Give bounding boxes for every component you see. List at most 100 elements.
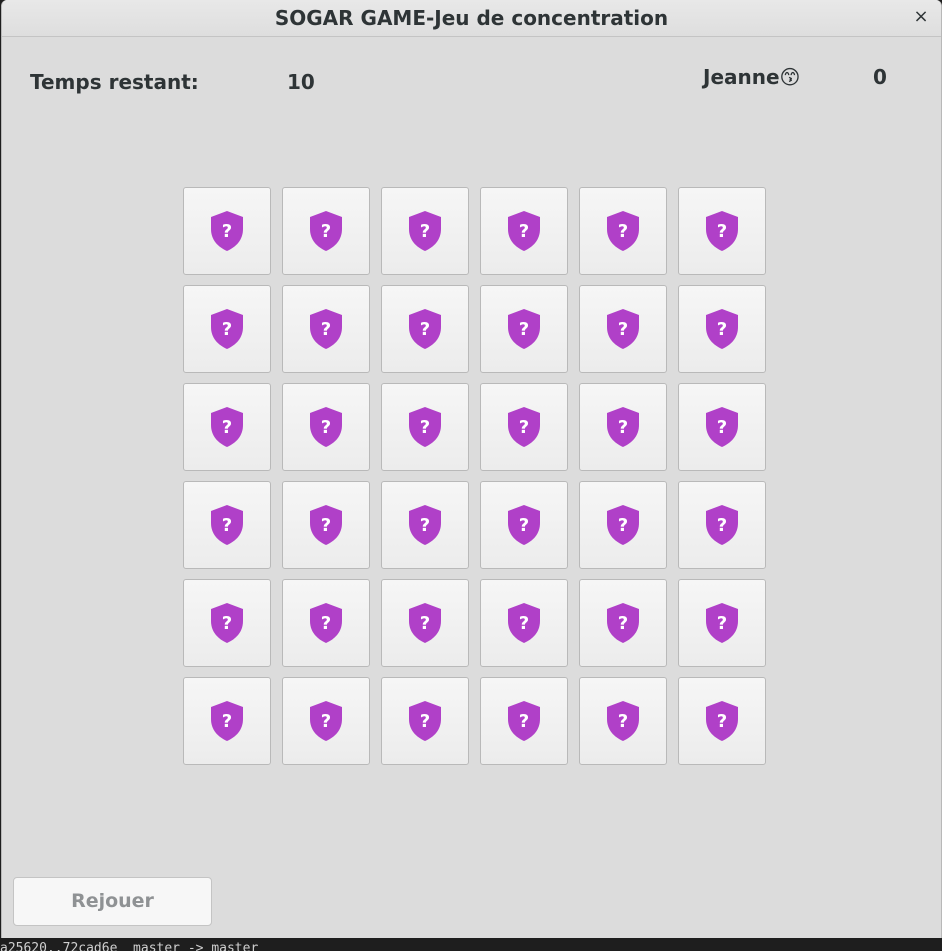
memory-card[interactable]: ? xyxy=(678,677,766,765)
title-bar: SOGAR GAME-Jeu de concentration × xyxy=(2,0,941,37)
svg-text:?: ? xyxy=(618,613,628,634)
memory-card[interactable]: ? xyxy=(480,383,568,471)
memory-card[interactable]: ? xyxy=(678,481,766,569)
memory-card[interactable]: ? xyxy=(183,677,271,765)
shield-question-icon: ? xyxy=(605,308,641,350)
card-board: ???????????????????????????????????? xyxy=(183,187,766,765)
memory-card[interactable]: ? xyxy=(480,677,568,765)
memory-card[interactable]: ? xyxy=(579,677,667,765)
memory-card[interactable]: ? xyxy=(678,579,766,667)
memory-card[interactable]: ? xyxy=(480,579,568,667)
svg-text:?: ? xyxy=(618,417,628,438)
svg-text:?: ? xyxy=(321,613,331,634)
shield-question-icon: ? xyxy=(209,602,245,644)
shield-question-icon: ? xyxy=(704,210,740,252)
svg-text:?: ? xyxy=(321,711,331,732)
memory-card[interactable]: ? xyxy=(480,187,568,275)
shield-question-icon: ? xyxy=(704,700,740,742)
shield-question-icon: ? xyxy=(407,210,443,252)
memory-card[interactable]: ? xyxy=(183,285,271,373)
close-icon[interactable]: × xyxy=(911,7,931,27)
shield-question-icon: ? xyxy=(209,406,245,448)
shield-question-icon: ? xyxy=(605,504,641,546)
svg-text:?: ? xyxy=(519,319,529,340)
shield-question-icon: ? xyxy=(605,700,641,742)
svg-text:?: ? xyxy=(717,417,727,438)
svg-text:?: ? xyxy=(420,417,430,438)
svg-text:?: ? xyxy=(717,221,727,242)
shield-question-icon: ? xyxy=(407,700,443,742)
memory-card[interactable]: ? xyxy=(579,481,667,569)
memory-card[interactable]: ? xyxy=(282,187,370,275)
svg-text:?: ? xyxy=(717,613,727,634)
svg-text:?: ? xyxy=(717,711,727,732)
svg-text:?: ? xyxy=(618,221,628,242)
svg-text:?: ? xyxy=(222,221,232,242)
timer-value: 10 xyxy=(287,70,315,94)
shield-question-icon: ? xyxy=(506,700,542,742)
svg-text:?: ? xyxy=(222,613,232,634)
shield-question-icon: ? xyxy=(605,602,641,644)
memory-card[interactable]: ? xyxy=(579,579,667,667)
shield-question-icon: ? xyxy=(308,700,344,742)
shield-question-icon: ? xyxy=(605,406,641,448)
shield-question-icon: ? xyxy=(407,504,443,546)
memory-card[interactable]: ? xyxy=(183,187,271,275)
timer-label: Temps restant: xyxy=(30,70,199,94)
svg-text:?: ? xyxy=(420,613,430,634)
shield-question-icon: ? xyxy=(506,602,542,644)
shield-question-icon: ? xyxy=(209,700,245,742)
shield-question-icon: ? xyxy=(704,602,740,644)
memory-card[interactable]: ? xyxy=(183,383,271,471)
memory-card[interactable]: ? xyxy=(282,285,370,373)
svg-text:?: ? xyxy=(420,515,430,536)
memory-card[interactable]: ? xyxy=(678,285,766,373)
shield-question-icon: ? xyxy=(506,406,542,448)
svg-text:?: ? xyxy=(420,711,430,732)
shield-question-icon: ? xyxy=(209,210,245,252)
replay-button[interactable]: Rejouer xyxy=(13,877,212,926)
memory-card[interactable]: ? xyxy=(579,383,667,471)
memory-card[interactable]: ? xyxy=(480,285,568,373)
memory-card[interactable]: ? xyxy=(678,187,766,275)
memory-card[interactable]: ? xyxy=(579,285,667,373)
memory-card[interactable]: ? xyxy=(579,187,667,275)
shield-question-icon: ? xyxy=(209,504,245,546)
player-score: 0 xyxy=(873,65,887,89)
player-name: Jeanne😙 xyxy=(703,65,801,89)
memory-card[interactable]: ? xyxy=(282,579,370,667)
memory-card[interactable]: ? xyxy=(480,481,568,569)
svg-text:?: ? xyxy=(519,613,529,634)
svg-text:?: ? xyxy=(519,221,529,242)
memory-card[interactable]: ? xyxy=(381,481,469,569)
memory-card[interactable]: ? xyxy=(381,677,469,765)
memory-card[interactable]: ? xyxy=(381,383,469,471)
memory-card[interactable]: ? xyxy=(381,187,469,275)
svg-text:?: ? xyxy=(222,515,232,536)
shield-question-icon: ? xyxy=(506,504,542,546)
svg-text:?: ? xyxy=(420,221,430,242)
shield-question-icon: ? xyxy=(605,210,641,252)
memory-card[interactable]: ? xyxy=(282,677,370,765)
memory-card[interactable]: ? xyxy=(381,579,469,667)
svg-text:?: ? xyxy=(717,515,727,536)
shield-question-icon: ? xyxy=(407,602,443,644)
memory-card[interactable]: ? xyxy=(282,383,370,471)
shield-question-icon: ? xyxy=(506,308,542,350)
svg-text:?: ? xyxy=(717,319,727,340)
shield-question-icon: ? xyxy=(308,406,344,448)
svg-text:?: ? xyxy=(519,417,529,438)
game-window: SOGAR GAME-Jeu de concentration × Temps … xyxy=(1,0,942,938)
svg-text:?: ? xyxy=(618,711,628,732)
shield-question-icon: ? xyxy=(704,504,740,546)
memory-card[interactable]: ? xyxy=(282,481,370,569)
memory-card[interactable]: ? xyxy=(678,383,766,471)
memory-card[interactable]: ? xyxy=(183,579,271,667)
shield-question-icon: ? xyxy=(308,602,344,644)
svg-text:?: ? xyxy=(222,319,232,340)
memory-card[interactable]: ? xyxy=(183,481,271,569)
memory-card[interactable]: ? xyxy=(381,285,469,373)
shield-question-icon: ? xyxy=(407,406,443,448)
terminal-text: a25620..72cad6e master -> master xyxy=(0,941,259,951)
svg-text:?: ? xyxy=(420,319,430,340)
